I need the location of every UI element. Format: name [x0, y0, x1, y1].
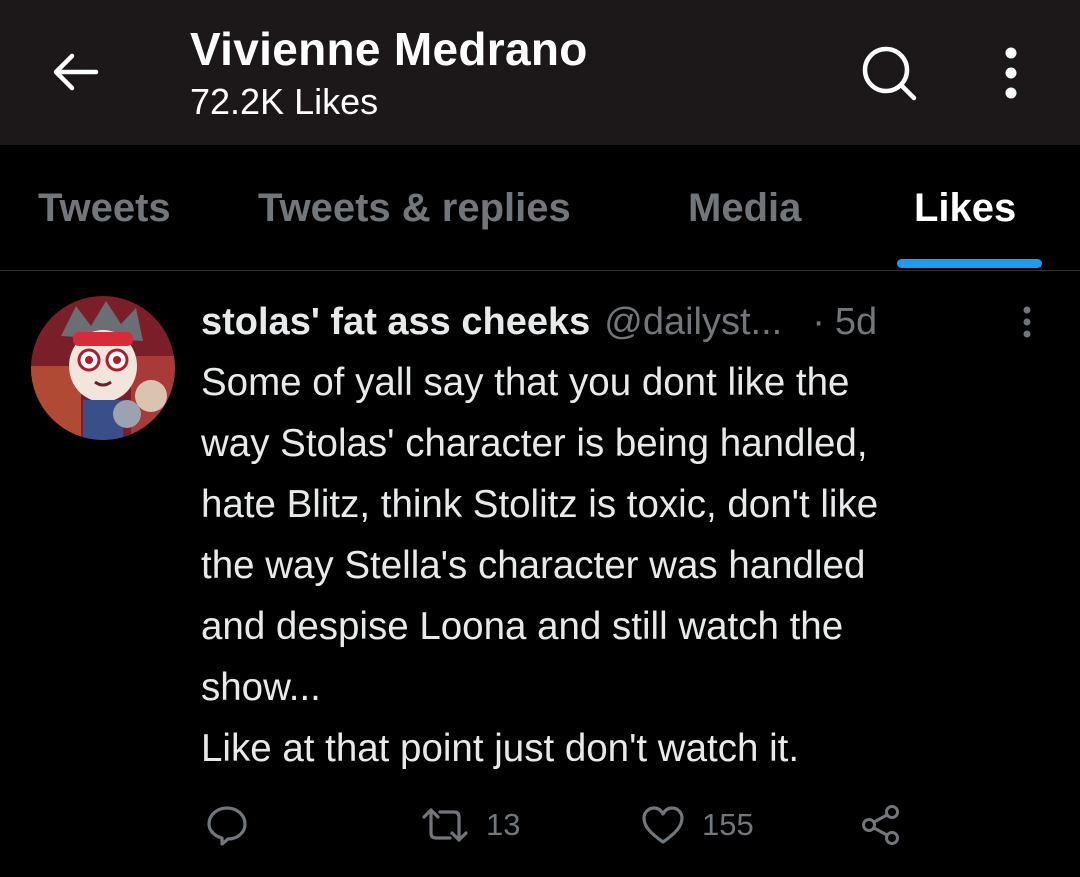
more-vertical-icon — [1005, 47, 1017, 99]
tab-likes[interactable]: Likes — [914, 183, 1016, 233]
retweet-count: 13 — [486, 807, 521, 842]
tweet-author-name[interactable]: stolas' fat ass cheeks — [201, 301, 590, 344]
header-title-block: Vivienne Medrano 72.2K Likes — [190, 22, 588, 124]
heart-icon — [642, 806, 684, 844]
separator-dot: · — [812, 300, 825, 343]
reply-icon — [207, 806, 247, 846]
search-icon — [862, 46, 917, 101]
more-options-button[interactable] — [982, 38, 1040, 108]
tweet-timestamp[interactable]: 5d — [835, 301, 877, 344]
tweet[interactable]: stolas' fat ass cheeks @dailyst... · 5d … — [0, 272, 1080, 877]
retweet-button[interactable]: 13 — [420, 800, 520, 850]
retweet-icon — [422, 808, 468, 842]
like-count: 155 — [702, 807, 754, 842]
share-button[interactable] — [858, 800, 904, 850]
tab-tweets[interactable]: Tweets — [38, 183, 171, 233]
avatar[interactable] — [31, 296, 175, 440]
back-button[interactable] — [40, 40, 110, 104]
reply-button[interactable] — [204, 800, 250, 850]
likes-count-subtitle: 72.2K Likes — [190, 81, 379, 122]
tab-tweets-and-replies[interactable]: Tweets & replies — [258, 183, 571, 233]
arrow-left-icon — [53, 53, 99, 91]
search-button[interactable] — [856, 40, 922, 106]
profile-header: Vivienne Medrano 72.2K Likes — [0, 0, 1080, 145]
profile-tabs: Tweets Tweets & replies Media Likes — [0, 145, 1080, 271]
tweet-more-button[interactable] — [1012, 302, 1042, 342]
tweet-text: Some of yall say that you dont like the … — [201, 361, 879, 770]
share-icon — [862, 805, 899, 845]
more-vertical-icon — [1023, 306, 1031, 338]
like-button[interactable]: 155 — [640, 800, 754, 850]
tweet-header: stolas' fat ass cheeks @dailyst... · 5d — [201, 294, 877, 350]
tab-media[interactable]: Media — [688, 183, 801, 233]
tweet-author-handle[interactable]: @dailyst... — [604, 301, 782, 344]
active-tab-indicator — [897, 259, 1042, 268]
page-title: Vivienne Medrano — [190, 23, 588, 75]
